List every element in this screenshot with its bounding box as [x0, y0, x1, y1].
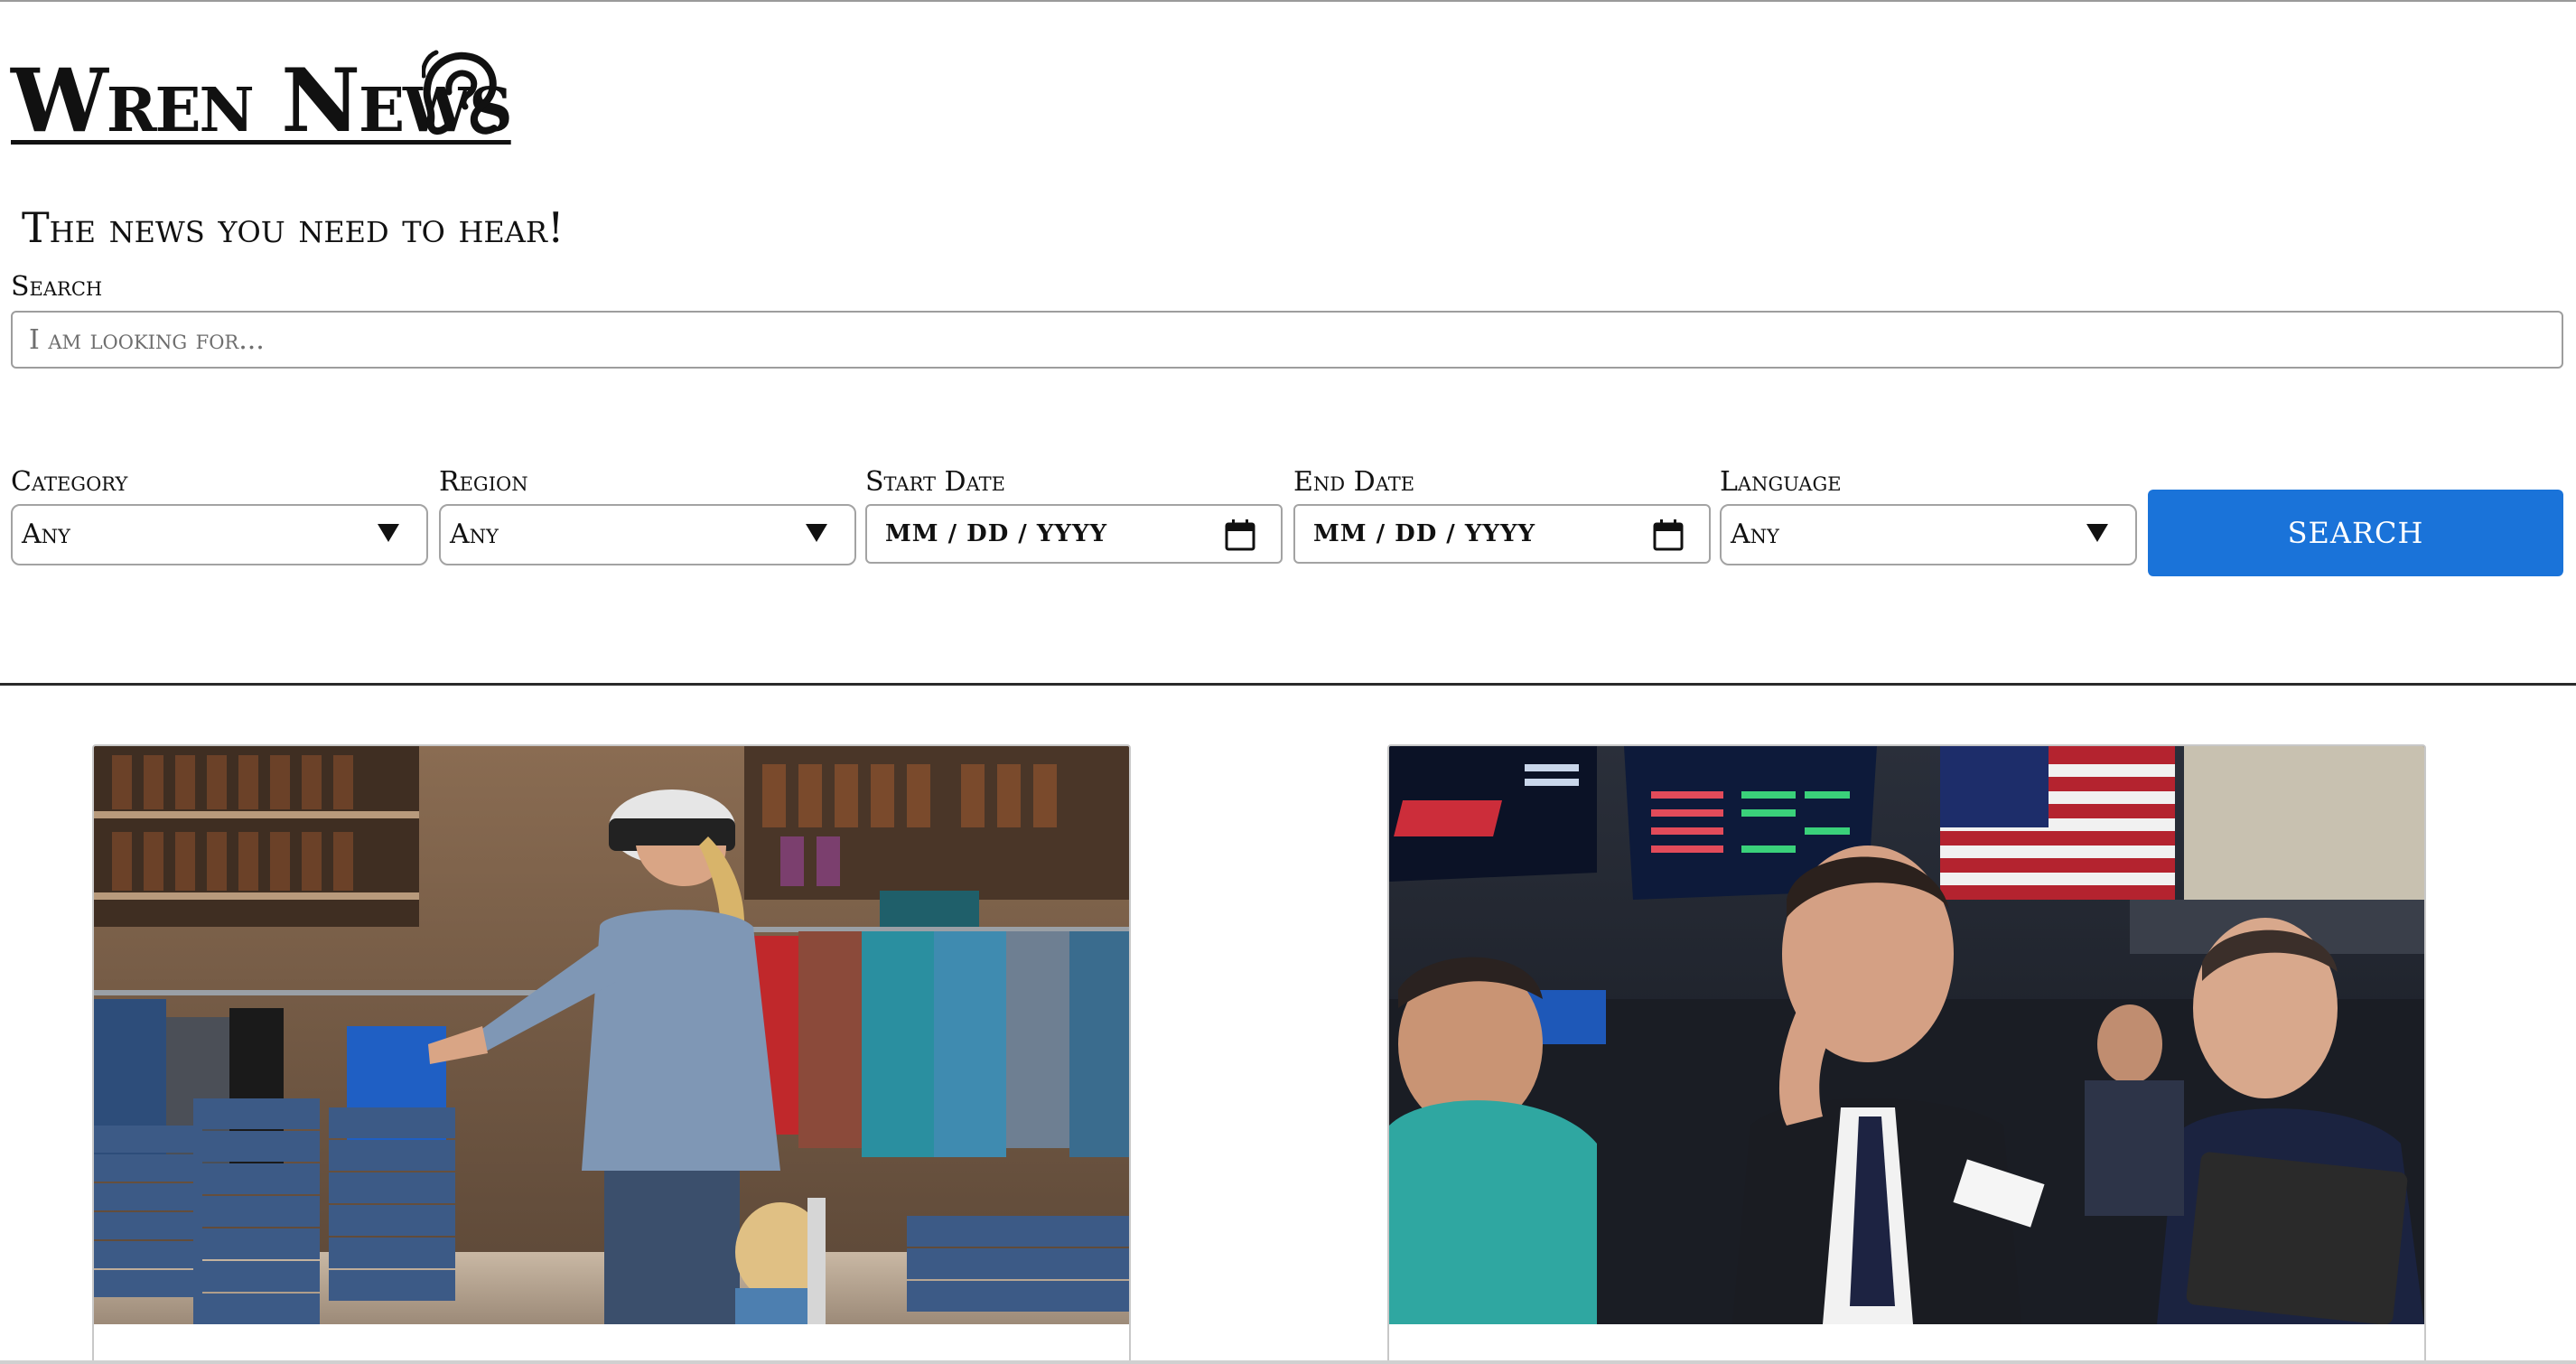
tagline: The news you need to hear!	[22, 203, 565, 252]
region-select[interactable]: Any	[439, 504, 856, 565]
end-date-value: MM / DD / YYYY	[1313, 520, 1536, 547]
category-label: Category	[11, 466, 128, 498]
search-label: Search	[11, 271, 103, 303]
search-button[interactable]: SEARCH	[2148, 490, 2563, 576]
region-label: Region	[439, 466, 528, 498]
article-card[interactable]	[92, 744, 1131, 1364]
search-input[interactable]	[11, 311, 2563, 369]
divider	[0, 683, 2576, 686]
start-date-value: MM / DD / YYYY	[885, 520, 1108, 547]
calendar-icon[interactable]	[1653, 519, 1684, 551]
end-date-label: End Date	[1293, 466, 1415, 498]
category-select[interactable]: Any	[11, 504, 428, 565]
caret-down-icon	[2086, 524, 2108, 542]
caret-down-icon	[378, 524, 399, 542]
ear-icon	[422, 50, 498, 135]
page: Wren News The news you need to hear! Sea…	[0, 0, 2576, 1364]
calendar-icon[interactable]	[1225, 519, 1255, 551]
language-select[interactable]: Any	[1720, 504, 2137, 565]
start-date-input[interactable]: MM / DD / YYYY	[865, 504, 1283, 564]
article-image[interactable]	[1389, 746, 2424, 1324]
language-value: Any	[1731, 519, 1779, 550]
language-label: Language	[1720, 466, 1842, 498]
start-date-label: Start Date	[865, 466, 1005, 498]
end-date-input[interactable]: MM / DD / YYYY	[1293, 504, 1711, 564]
region-value: Any	[450, 519, 499, 550]
bottom-edge	[0, 1360, 2576, 1364]
article-image[interactable]	[94, 746, 1129, 1324]
category-value: Any	[22, 519, 70, 550]
article-card[interactable]	[1387, 744, 2426, 1364]
caret-down-icon	[806, 524, 827, 542]
